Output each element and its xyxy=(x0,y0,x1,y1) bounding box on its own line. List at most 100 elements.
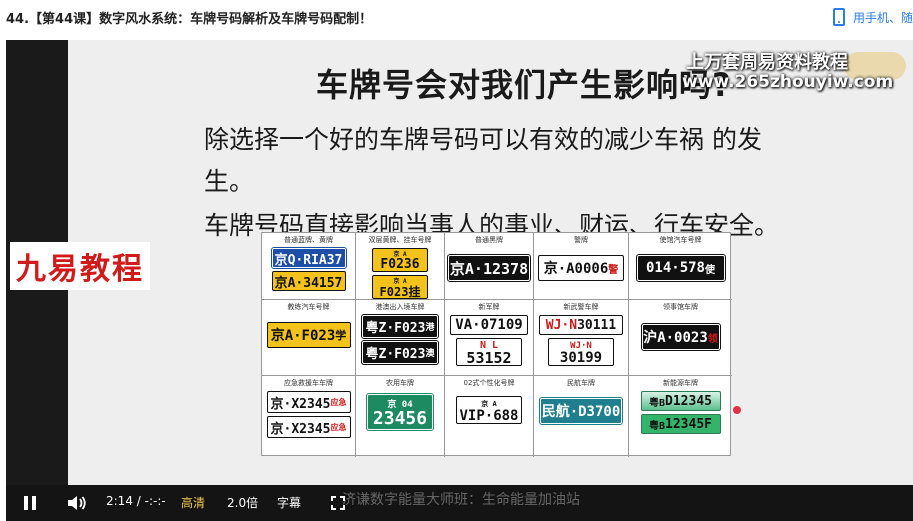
page-root: 44.【第44课】数字风水系统：车牌号码解析及车牌号码配制！ 用手机、随 车牌号… xyxy=(0,0,913,521)
plate-prefix: 粤B xyxy=(649,397,666,409)
plate-hongkong: 粤Z·F023 港 xyxy=(361,314,439,339)
plate-bottom-text: F0236 xyxy=(380,257,420,272)
plate-suffix: 使 xyxy=(705,264,715,276)
plate-main-text: 京A·F023 xyxy=(270,328,336,344)
watermark-url: www.265zhouyiw.com xyxy=(682,72,894,92)
plate-cell-police: 警牌 京·A0006 警 xyxy=(534,233,629,300)
mobile-watch-link[interactable]: 用手机、随 xyxy=(832,6,913,28)
watermark-bottom: 济谦数字能量大师班：生命能量加油站 xyxy=(342,492,580,508)
fullscreen-corner xyxy=(340,505,345,510)
slide-text-line-2: 生。 xyxy=(204,167,255,196)
fullscreen-icon[interactable] xyxy=(331,496,345,510)
plate-armed-police-single: WJ·N 30111 xyxy=(539,315,623,335)
plate-caption: 普通黑牌 xyxy=(475,236,503,244)
plate-armed-police-double: WJ·N 30199 xyxy=(548,338,614,366)
plate-double-yellow: 京 A F0236 xyxy=(372,248,428,272)
plate-cell-regular-blue-yellow: 普通蓝牌、黄牌 京Q·RIA37 京A·34157 xyxy=(262,233,356,300)
plate-suffix: 港 xyxy=(425,323,435,333)
plate-suffix: 澳 xyxy=(425,349,435,359)
plate-bottom-text: VIP·688 xyxy=(459,408,519,424)
plate-main-text: 粤Z·F023 xyxy=(365,321,426,336)
plate-macau: 粤Z·F023 澳 xyxy=(361,340,439,365)
fullscreen-corner xyxy=(340,496,345,501)
red-marker-dot xyxy=(733,406,741,414)
plate-emergency-1: 京·X2345 应急 xyxy=(266,391,351,413)
plate-main-text: D12345 xyxy=(665,393,712,409)
plate-caption: 普通蓝牌、黄牌 xyxy=(284,236,333,244)
quality-button[interactable]: 高清 xyxy=(181,494,205,511)
plate-caption: 港澳出入境车牌 xyxy=(375,303,425,311)
plate-main-text: 014·578 xyxy=(645,260,705,276)
license-plate-chart: 普通蓝牌、黄牌 京Q·RIA37 京A·34157 双层黄牌、挂车号牌 京 A … xyxy=(261,232,732,457)
plate-consulate: 沪A·0023 领 xyxy=(640,323,721,351)
plate-cell-coach: 教练汽车号牌 京A·F023 学 xyxy=(262,300,356,376)
plate-cell-consulate: 领事馆车牌 沪A·0023 领 xyxy=(629,300,732,376)
plate-main-text: VA·07109 xyxy=(455,317,523,333)
plate-prefix: WJ·N xyxy=(545,317,578,333)
plate-coach: 京A·F023 学 xyxy=(266,322,351,348)
plate-caption: 双层黄牌、挂车号牌 xyxy=(368,236,432,244)
plate-cell-emergency: 应急救援车车牌 京·X2345 应急 京·X2345 应急 xyxy=(262,376,356,457)
plate-caption: 民航车牌 xyxy=(567,379,595,387)
slide-text-line-1: 除选择一个好的车牌号码可以有效的减少车祸 的发 xyxy=(204,125,762,154)
plate-blue: 京Q·RIA37 xyxy=(270,247,347,269)
page-header: 44.【第44课】数字风水系统：车牌号码解析及车牌号码配制！ 用手机、随 xyxy=(0,0,913,36)
plate-cell-agricultural: 农用车牌 京 04 23456 xyxy=(356,376,445,457)
plate-suffix: 警 xyxy=(608,264,619,276)
plate-yellow: 京A·34157 xyxy=(271,271,346,291)
plate-cell-personalized: 02式个性化号牌 京 A VIP·688 xyxy=(445,376,534,457)
plate-cell-hk-macau: 港澳出入境车牌 粤Z·F023 港 粤Z·F023 澳 xyxy=(356,300,445,376)
plate-main-text: 30111 xyxy=(577,317,617,333)
plate-bottom-text: 53152 xyxy=(466,349,512,367)
plate-main-text: 京·X2345 xyxy=(270,396,331,412)
plate-suffix: 领 xyxy=(707,333,718,345)
plate-main-text: 京·A0006 xyxy=(543,261,609,277)
plate-cell-new-energy: 新能源车牌 粤B D12345 粤B 12345F xyxy=(629,376,732,457)
plate-caption: 农用车牌 xyxy=(386,379,414,387)
plate-caption: 新能源车牌 xyxy=(663,379,698,387)
plate-caption: 教练汽车号牌 xyxy=(287,303,330,311)
fullscreen-corner xyxy=(331,496,336,501)
watermark-brand: 上万套周易资料教程 xyxy=(686,52,848,73)
plate-suffix: 学 xyxy=(335,329,347,342)
speed-button[interactable]: 2.0倍 xyxy=(227,494,258,511)
mobile-link-label: 用手机、随 xyxy=(852,10,913,25)
plate-caption: 使馆汽车号牌 xyxy=(659,236,702,244)
pause-icon[interactable] xyxy=(24,496,36,510)
fullscreen-corner xyxy=(331,505,336,510)
slide-title: 车牌号会对我们产生影响吗? xyxy=(316,66,732,104)
plate-caption: 领事馆车牌 xyxy=(663,303,698,311)
plate-bottom-text: 30199 xyxy=(559,350,603,366)
plate-bottom-text: F023挂 xyxy=(379,285,421,299)
plate-cell-double-yellow: 双层黄牌、挂车号牌 京 A F0236 京 A F023挂 xyxy=(356,233,445,300)
plate-caption: 新军牌 xyxy=(478,303,500,311)
plate-caption: 02式个性化号牌 xyxy=(463,379,515,387)
plate-suffix: 应急 xyxy=(330,422,347,432)
plate-caption: 应急救援车车牌 xyxy=(284,379,333,387)
plate-main-text: 沪A·0023 xyxy=(643,330,708,346)
volume-icon[interactable] xyxy=(66,494,88,512)
plate-caption: 警牌 xyxy=(574,236,588,244)
time-display: 2:14 / -:-:- xyxy=(106,494,166,508)
plate-trailer-yellow: 京 A F023挂 xyxy=(372,275,428,299)
plate-prefix: 粤B xyxy=(649,420,666,432)
plate-military-single: VA·07109 xyxy=(450,315,528,335)
plate-caption: 新武警车牌 xyxy=(563,303,599,311)
plate-agricultural: 京 04 23456 xyxy=(366,393,434,431)
plate-cell-embassy: 使馆汽车号牌 014·578 使 xyxy=(629,233,732,300)
page-title: 44.【第44课】数字风水系统：车牌号码解析及车牌号码配制！ xyxy=(6,12,373,27)
subtitle-button[interactable]: 字幕 xyxy=(277,494,301,511)
plate-main-text: 粤Z·F023 xyxy=(365,347,426,362)
watermark-left: 九易教程 xyxy=(10,242,150,290)
plate-cell-armed-police: 新武警车牌 WJ·N 30111 WJ·N 30199 xyxy=(534,300,629,376)
plate-main-text: 12345F xyxy=(665,416,712,432)
plate-suffix: 应急 xyxy=(330,397,347,407)
plate-cell-military: 新军牌 VA·07109 N L 53152 xyxy=(445,300,534,376)
video-player[interactable]: 车牌号会对我们产生影响吗? 除选择一个好的车牌号码可以有效的减少车祸 的发 生。… xyxy=(6,40,913,521)
plate-military-double: N L 53152 xyxy=(456,338,522,366)
plate-civil-aviation: 民航·D3700 xyxy=(539,397,623,425)
plate-bottom-text: 23456 xyxy=(372,408,428,429)
plate-emergency-2: 京·X2345 应急 xyxy=(266,416,351,438)
plate-cell-black: 普通黑牌 京A·12378 xyxy=(445,233,534,300)
plate-black: 京A·12378 xyxy=(447,254,531,282)
